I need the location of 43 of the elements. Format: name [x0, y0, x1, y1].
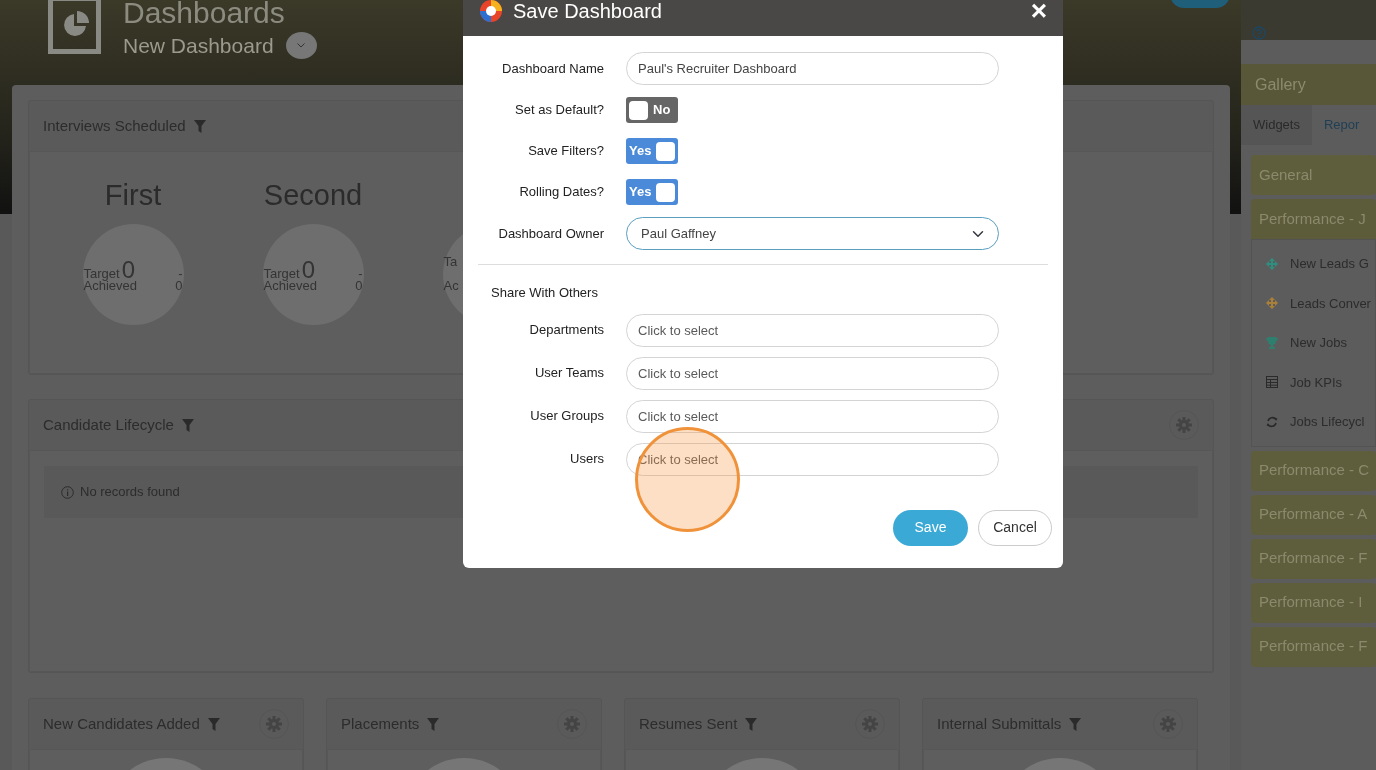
- filter-icon: [1069, 717, 1082, 731]
- owner-select[interactable]: Paul Gaffney: [626, 217, 999, 250]
- toggle-switch[interactable]: No: [626, 97, 678, 123]
- field-label: Dashboard Owner: [497, 224, 604, 243]
- field-label: Save Filters?: [527, 142, 604, 161]
- select-field[interactable]: Click to select: [626, 313, 999, 347]
- achieved-label: Achieved: [263, 278, 317, 295]
- filter-icon: [207, 717, 220, 731]
- dialog-title: Save Dashboard: [513, 0, 662, 24]
- target-label: Target: [83, 265, 120, 281]
- field-label: Users: [569, 450, 604, 469]
- logo-icon: [479, 0, 503, 23]
- cancel-button[interactable]: Cancel: [978, 509, 1052, 546]
- gallery-header: Gallery: [1241, 64, 1376, 105]
- chevron-down-icon: [297, 43, 306, 49]
- toggle-switch[interactable]: Yes: [626, 179, 678, 205]
- help-icon[interactable]: [1252, 26, 1266, 40]
- select-field[interactable]: Click to select: [626, 356, 999, 390]
- toggle-switch[interactable]: Yes: [626, 138, 678, 164]
- filter-icon: [427, 717, 440, 731]
- text-field[interactable]: Paul's Recruiter Dashboard: [626, 52, 999, 85]
- field-label: Departments: [528, 321, 604, 340]
- target-label: Target: [263, 265, 300, 281]
- achieved-label: Ac: [443, 277, 459, 295]
- field-label: Rolling Dates?: [518, 183, 604, 202]
- field-label: Dashboard Name: [501, 59, 604, 78]
- filter-icon: [745, 717, 758, 731]
- select-field[interactable]: Click to select: [626, 399, 999, 433]
- save-button[interactable]: Save: [893, 509, 968, 546]
- filter-icon: [181, 418, 194, 432]
- field-label: User Teams: [533, 364, 604, 383]
- achieved-label: Achieved: [83, 278, 137, 295]
- field-label: User Groups: [529, 407, 604, 426]
- info-icon: [61, 485, 74, 499]
- dashboard-menu-button[interactable]: [285, 32, 317, 60]
- page-title: Dashboards: [123, 0, 286, 30]
- target-label: Ta: [443, 253, 458, 271]
- dashboard-icon: [48, 0, 101, 54]
- close-button[interactable]: ×: [1030, 0, 1047, 25]
- filter-icon: [193, 119, 206, 133]
- section-heading: Share With Others: [490, 284, 599, 302]
- field-label: Set as Default?: [514, 101, 604, 120]
- dashboard-name: New Dashboard: [123, 33, 274, 59]
